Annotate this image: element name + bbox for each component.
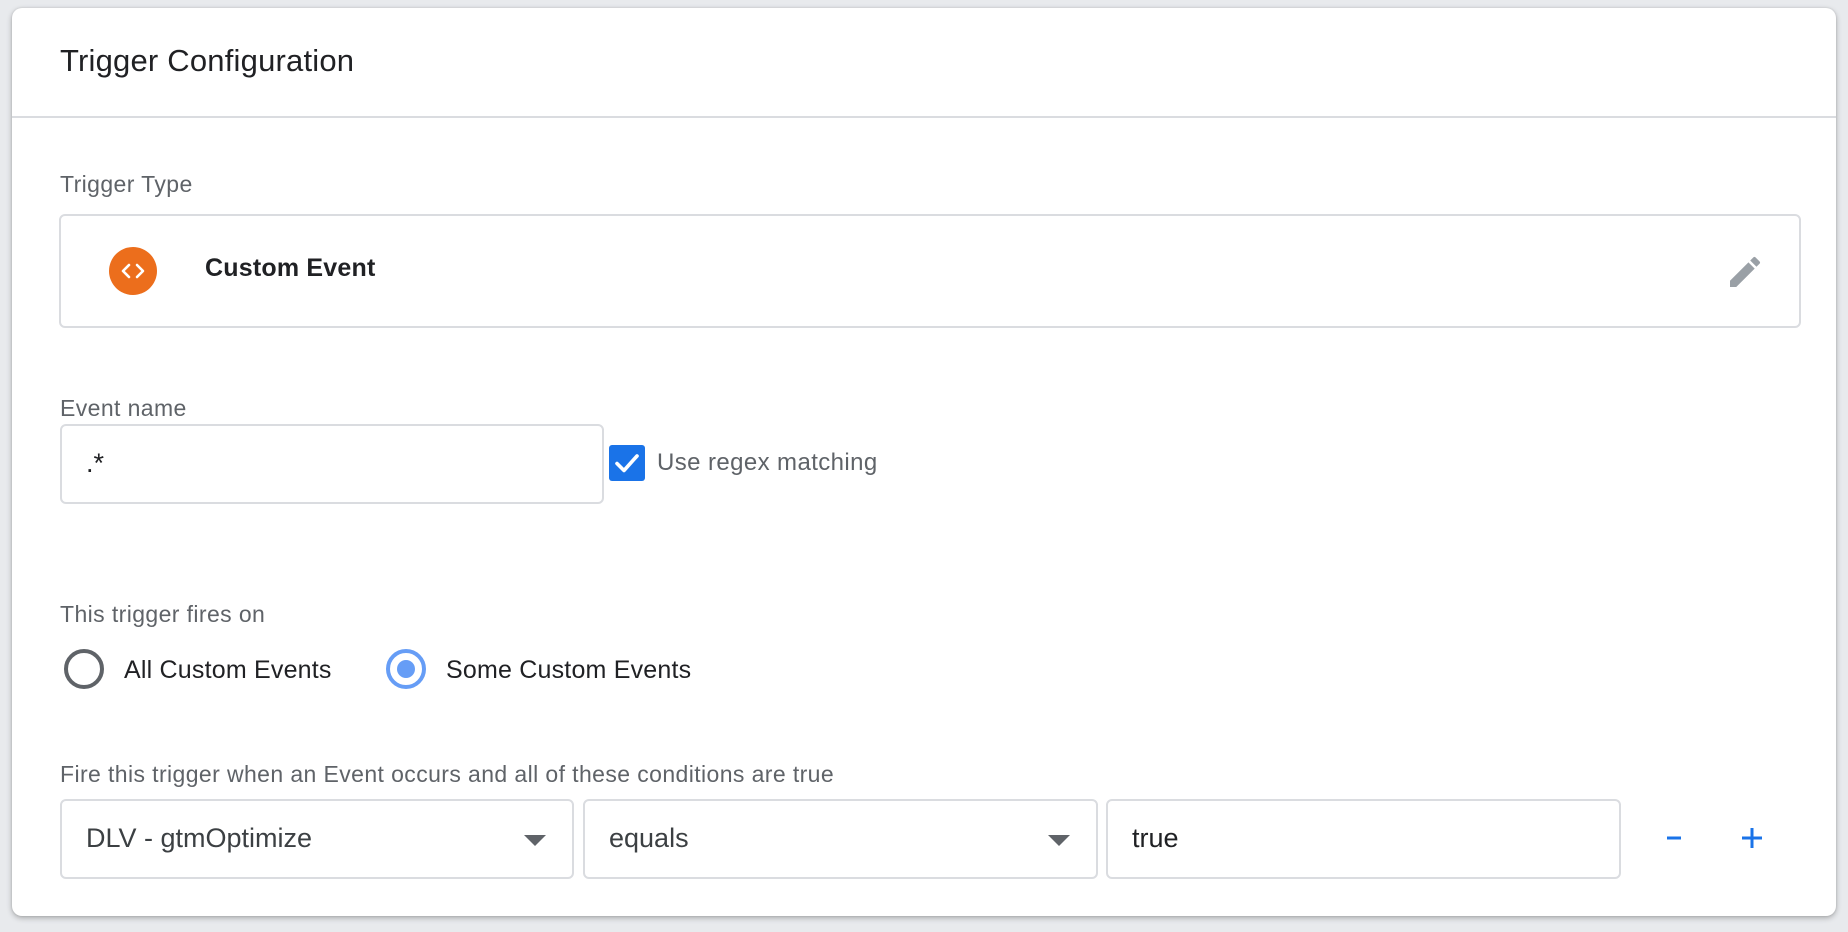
minus-icon — [1667, 836, 1681, 840]
trigger-type-name: Custom Event — [205, 254, 376, 282]
trigger-type-selector[interactable]: Custom Event — [59, 214, 1801, 328]
condition-value-input[interactable]: true — [1106, 799, 1621, 879]
regex-checkbox[interactable] — [609, 445, 645, 481]
checkmark-icon — [615, 454, 639, 473]
condition-operator-select[interactable]: equals — [583, 799, 1098, 879]
radio-selected-dot — [397, 660, 415, 678]
card-header: Trigger Configuration — [12, 8, 1836, 118]
event-name-value: .* — [86, 448, 105, 478]
remove-condition-button[interactable] — [1652, 816, 1696, 860]
regex-checkbox-label[interactable]: Use regex matching — [657, 449, 878, 477]
radio-all-custom-events[interactable] — [64, 649, 104, 689]
conditions-label: Fire this trigger when an Event occurs a… — [60, 761, 835, 787]
event-name-input[interactable]: .* — [60, 424, 604, 504]
plus-icon — [1742, 828, 1762, 848]
radio-some-custom-events-label[interactable]: Some Custom Events — [446, 656, 691, 685]
trigger-configuration-card: Trigger Configuration Trigger Type Custo… — [12, 8, 1836, 916]
code-brackets-icon — [109, 247, 157, 295]
fires-on-label: This trigger fires on — [60, 601, 266, 627]
event-name-label: Event name — [60, 395, 187, 421]
radio-some-custom-events[interactable] — [386, 649, 426, 689]
radio-all-custom-events-label[interactable]: All Custom Events — [124, 656, 332, 685]
condition-variable-value: DLV - gtmOptimize — [86, 823, 313, 853]
chevron-down-icon — [524, 835, 546, 846]
condition-operator-value: equals — [609, 823, 689, 853]
condition-value: true — [1132, 823, 1179, 853]
chevron-down-icon — [1048, 835, 1070, 846]
page-title: Trigger Configuration — [60, 43, 355, 78]
trigger-type-label: Trigger Type — [60, 171, 193, 197]
add-condition-button[interactable] — [1730, 816, 1774, 860]
pencil-edit-icon[interactable] — [1725, 252, 1765, 292]
condition-variable-select[interactable]: DLV - gtmOptimize — [60, 799, 574, 879]
